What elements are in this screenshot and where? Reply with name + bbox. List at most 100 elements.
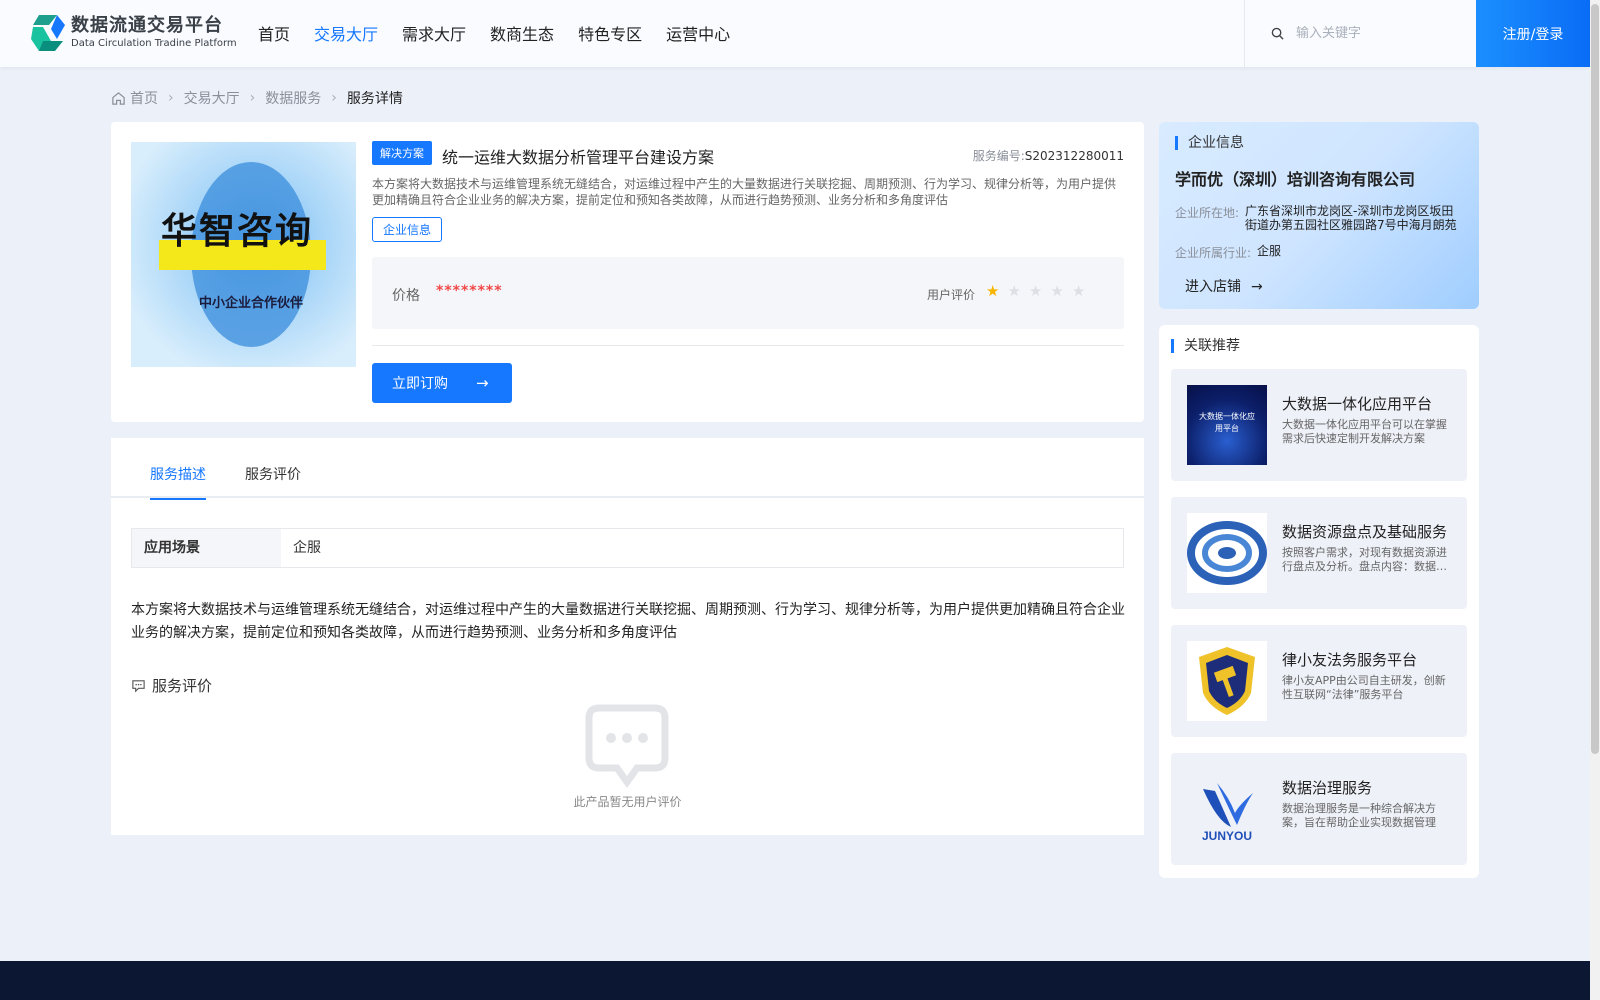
review-section-title: 服务评价 bbox=[131, 675, 212, 696]
divider bbox=[372, 345, 1124, 346]
empty-review-text: 此产品暂无用户评价 bbox=[573, 795, 682, 809]
solution-tag: 解决方案 bbox=[372, 141, 432, 165]
chevron-right-icon: › bbox=[249, 90, 256, 106]
breadcrumb-trading-hall[interactable]: 交易大厅 bbox=[184, 88, 240, 108]
price-label: 价格 bbox=[392, 288, 420, 304]
page-footer bbox=[0, 961, 1590, 1000]
swirl-logo-icon bbox=[1187, 521, 1267, 585]
industry-label: 企业所属行业: bbox=[1175, 246, 1252, 260]
star-icon: ★ bbox=[1028, 282, 1043, 300]
main-nav: 首页 交易大厅 需求大厅 数商生态 特色专区 运营中心 bbox=[258, 0, 754, 67]
recommend-thumb-text: 大数据一体化应用平台 bbox=[1199, 412, 1255, 433]
service-number: 服务编号:S202312280011 bbox=[973, 147, 1124, 164]
page-scrollbar[interactable] bbox=[1590, 0, 1600, 1000]
star-icon: ★ bbox=[1050, 282, 1064, 300]
junyou-logo-text: JUNYOU bbox=[1201, 829, 1252, 843]
product-image: 华智咨询 中小企业合作伙伴 bbox=[131, 142, 356, 367]
price-box: 价格 ******** 用户评价 ★ ★ ★ ★ ★ bbox=[372, 257, 1124, 329]
recommend-desc: 按照客户需求，对现有数据资源进行盘点及分析。盘点内容：数据资源 bbox=[1282, 546, 1447, 573]
service-number-value: S202312280011 bbox=[1024, 149, 1124, 163]
recommend-item[interactable]: 数据资源盘点及基础服务 按照客户需求，对现有数据资源进行盘点及分析。盘点内容：数… bbox=[1171, 497, 1467, 609]
login-register-button[interactable]: 注册/登录 bbox=[1476, 0, 1590, 67]
recommend-title: 大数据一体化应用平台 bbox=[1282, 395, 1433, 413]
nav-featured-zone[interactable]: 特色专区 bbox=[578, 0, 642, 67]
enter-shop-button[interactable]: 进入店铺 → bbox=[1185, 276, 1263, 296]
product-description: 本方案将大数据技术与运维管理系统无缝结合，对运维过程中产生的大量数据进行关联挖掘… bbox=[372, 177, 1117, 207]
location-value: 广东省深圳市龙岗区-深圳市龙岗区坂田街道办第五园社区雅园路7号中海月朗苑 bbox=[1245, 204, 1457, 232]
breadcrumb-home[interactable]: 首页 bbox=[130, 88, 158, 108]
recommend-section-title: 关联推荐 bbox=[1171, 339, 1240, 353]
star-icon: ★ bbox=[1071, 282, 1086, 300]
order-now-button[interactable]: 立即订购 → bbox=[372, 363, 512, 403]
recommend-thumb bbox=[1187, 641, 1267, 721]
breadcrumb-data-service[interactable]: 数据服务 bbox=[265, 88, 321, 108]
company-info-button[interactable]: 企业信息 bbox=[372, 217, 443, 242]
recommend-thumb: JUNYOU bbox=[1187, 769, 1267, 849]
service-description-text: 本方案将大数据技术与运维管理系统无缝结合，对运维过程中产生的大量数据进行关联挖掘… bbox=[131, 602, 1125, 641]
star-icon: ★ bbox=[1007, 282, 1021, 300]
empty-comment-icon bbox=[585, 704, 669, 788]
breadcrumb-current: 服务详情 bbox=[346, 91, 403, 107]
rating-label: 用户评价 bbox=[927, 288, 976, 302]
recommend-desc: 律小友APP由公司自主研发，创新性互联网“法律”服务平台 bbox=[1282, 674, 1446, 701]
top-header: 数据流通交易平台 Data Circulation Tradine Platfo… bbox=[0, 0, 1590, 67]
nav-operation-center[interactable]: 运营中心 bbox=[666, 0, 730, 67]
enterprise-industry-row: 企业所属行业: 企服 bbox=[1175, 244, 1469, 261]
nav-home[interactable]: 首页 bbox=[258, 0, 290, 67]
detail-tabs: 服务描述 服务评价 bbox=[111, 438, 1144, 500]
logo-title: 数据流通交易平台 bbox=[71, 15, 223, 36]
recommend-card: 关联推荐 大数据一体化应用平台 大数据一体化应用平台 大数据一体化应用平台可以在… bbox=[1159, 325, 1479, 878]
review-title-text: 服务评价 bbox=[152, 677, 213, 695]
recommend-item[interactable]: 律小友法务服务平台 律小友APP由公司自主研发，创新性互联网“法律”服务平台 bbox=[1171, 625, 1467, 737]
star-icon: ★ bbox=[986, 282, 1000, 300]
product-card: 华智咨询 中小企业合作伙伴 解决方案 统一运维大数据分析管理平台建设方案 服务编… bbox=[111, 122, 1144, 422]
chevron-right-icon: › bbox=[168, 90, 174, 106]
recommend-title: 数据资源盘点及基础服务 bbox=[1282, 523, 1447, 541]
industry-value: 企服 bbox=[1257, 244, 1282, 258]
arrow-right-icon: → bbox=[476, 374, 489, 392]
search-icon[interactable] bbox=[1271, 27, 1284, 40]
recommend-thumb bbox=[1187, 513, 1267, 593]
home-icon bbox=[112, 91, 125, 105]
chevron-right-icon: › bbox=[331, 90, 337, 106]
platform-logo[interactable]: 数据流通交易平台 Data Circulation Tradine Platfo… bbox=[29, 13, 237, 53]
comment-icon bbox=[132, 680, 145, 693]
scene-value: 企服 bbox=[293, 540, 321, 556]
product-image-subtitle: 中小企业合作伙伴 bbox=[199, 296, 304, 311]
recommend-desc: 数据治理服务是一种综合解决方案，旨在帮助企业实现数据管理 bbox=[1282, 802, 1436, 829]
nav-ecosystem[interactable]: 数商生态 bbox=[490, 0, 554, 67]
enter-shop-label: 进入店铺 bbox=[1185, 279, 1241, 295]
recommend-item[interactable]: 大数据一体化应用平台 大数据一体化应用平台 大数据一体化应用平台可以在掌握需求后… bbox=[1171, 369, 1467, 481]
recommend-title: 数据治理服务 bbox=[1282, 779, 1373, 797]
arrow-right-icon: → bbox=[1251, 279, 1263, 295]
enterprise-name: 学而优（深圳）培训咨询有限公司 bbox=[1175, 170, 1416, 189]
product-image-title: 华智咨询 bbox=[161, 210, 314, 252]
tab-service-review[interactable]: 服务评价 bbox=[245, 464, 301, 498]
recommend-desc: 大数据一体化应用平台可以在掌握需求后快速定制开发解决方案 bbox=[1282, 418, 1447, 445]
service-number-label: 服务编号: bbox=[972, 149, 1025, 163]
enterprise-location-row: 企业所在地: 广东省深圳市龙岗区-深圳市龙岗区坂田街道办第五园社区雅园路7号中海… bbox=[1175, 204, 1457, 232]
rating-stars: ★ ★ ★ ★ ★ bbox=[986, 282, 1093, 300]
logo-subtitle: Data Circulation Tradine Platform bbox=[71, 38, 237, 49]
scene-key: 应用场景 bbox=[132, 529, 281, 567]
breadcrumb: 首页 › 交易大厅 › 数据服务 › 服务详情 bbox=[111, 88, 403, 108]
nav-demand-hall[interactable]: 需求大厅 bbox=[402, 0, 466, 67]
order-now-label: 立即订购 bbox=[392, 376, 448, 392]
recommend-title: 律小友法务服务平台 bbox=[1282, 651, 1418, 669]
search-input[interactable] bbox=[1296, 26, 1466, 41]
tab-service-description[interactable]: 服务描述 bbox=[150, 464, 206, 500]
enterprise-section-title: 企业信息 bbox=[1175, 136, 1244, 150]
price-value: ******** bbox=[436, 283, 503, 299]
recommend-item[interactable]: JUNYOU 数据治理服务 数据治理服务是一种综合解决方案，旨在帮助企业实现数据… bbox=[1171, 753, 1467, 865]
enterprise-card: 企业信息 学而优（深圳）培训咨询有限公司 企业所在地: 广东省深圳市龙岗区-深圳… bbox=[1159, 122, 1479, 309]
nav-trading-hall[interactable]: 交易大厅 bbox=[314, 0, 378, 67]
logo-mark-icon bbox=[31, 15, 65, 51]
scene-table: 应用场景 企服 bbox=[131, 528, 1124, 568]
detail-card: 服务描述 服务评价 应用场景 企服 本方案将大数据技术与运维管理系统无缝结合，对… bbox=[111, 438, 1144, 835]
shield-logo-icon bbox=[1199, 647, 1255, 715]
location-label: 企业所在地: bbox=[1175, 206, 1240, 220]
product-title: 统一运维大数据分析管理平台建设方案 bbox=[442, 148, 715, 167]
scrollbar-thumb[interactable] bbox=[1591, 4, 1599, 754]
search-box bbox=[1244, 0, 1476, 67]
recommend-thumb: 大数据一体化应用平台 bbox=[1187, 385, 1267, 465]
